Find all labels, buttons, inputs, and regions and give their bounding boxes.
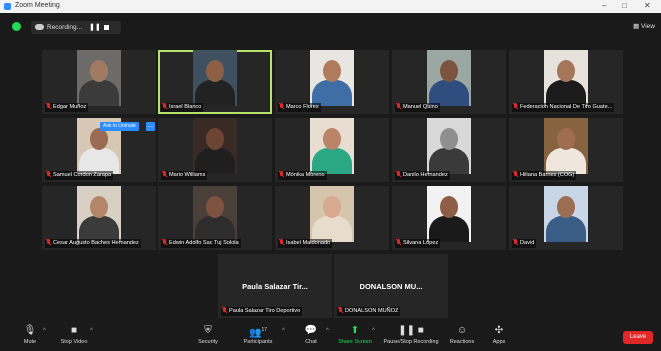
recording-label: Recording... bbox=[47, 24, 83, 31]
apps-button[interactable]: ✣ Apps bbox=[469, 325, 529, 345]
participant-name: Hiliana Barnes (COG) bbox=[512, 171, 577, 180]
participant-name: Cesar Augusto Baches Hernandez bbox=[45, 239, 141, 248]
meeting-topbar: Recording... ❚❚ ▦ View bbox=[0, 13, 661, 42]
grid-icon: ▦ bbox=[633, 23, 642, 30]
leave-button[interactable]: Leave bbox=[623, 331, 653, 344]
minimize-button[interactable]: – bbox=[602, 1, 606, 10]
share-screen-button[interactable]: ⬆ Share Screen bbox=[325, 325, 385, 345]
security-shield-icon[interactable] bbox=[12, 22, 21, 31]
participant-video bbox=[544, 50, 588, 106]
participant-name: Mario Williams bbox=[161, 171, 208, 180]
participant-video bbox=[427, 50, 471, 106]
participant-tile[interactable]: David bbox=[509, 186, 623, 250]
mic-muted-icon bbox=[396, 103, 401, 109]
participant-name: Danilo Hernandez bbox=[395, 171, 450, 180]
participant-video bbox=[427, 118, 471, 174]
participant-name: Edgar Muñoz bbox=[45, 103, 89, 112]
participant-tile[interactable]: Federacion Nacional De Tiro Guate... bbox=[509, 50, 623, 114]
mic-muted-icon bbox=[279, 239, 284, 245]
more-options-button[interactable]: ... bbox=[146, 122, 155, 131]
window-titlebar: Zoom Meeting – □ ✕ bbox=[0, 0, 661, 13]
participants-icon: 👥17 bbox=[248, 327, 267, 339]
mic-muted-icon bbox=[279, 103, 284, 109]
participant-name: David bbox=[512, 239, 537, 248]
participant-name: Mónika Moreno bbox=[278, 171, 327, 180]
share-screen-icon: ⬆ bbox=[350, 325, 360, 336]
pause-recording-icon[interactable]: ❚❚ bbox=[89, 23, 101, 31]
cloud-icon bbox=[35, 24, 44, 30]
mic-muted-icon bbox=[46, 103, 51, 109]
close-button[interactable]: ✕ bbox=[644, 1, 651, 10]
stop-recording-icon[interactable] bbox=[104, 25, 109, 30]
participant-tile[interactable]: Edgar Muñoz bbox=[42, 50, 156, 114]
mic-muted-icon bbox=[396, 171, 401, 177]
participant-video bbox=[544, 186, 588, 242]
mic-muted-icon bbox=[279, 171, 284, 177]
recording-indicator: Recording... ❚❚ bbox=[31, 21, 121, 34]
participant-video bbox=[193, 50, 237, 106]
participant-tile-nocam[interactable]: Paula Salazar Tir... Paula Salazar Tiro … bbox=[218, 254, 332, 318]
participant-tile[interactable]: Silvana López bbox=[392, 186, 506, 250]
mic-muted-icon bbox=[513, 239, 518, 245]
participant-name: Israel Blanco bbox=[161, 103, 204, 112]
participant-display-name: DONALSON MU... bbox=[359, 282, 423, 291]
participant-tile[interactable]: Manuel Quino bbox=[392, 50, 506, 114]
mic-muted-icon bbox=[513, 171, 518, 177]
participant-name: Paula Salazar Tiro Deportivo bbox=[221, 307, 303, 316]
participant-name: Marco Flores bbox=[278, 103, 321, 112]
mic-muted-icon bbox=[222, 307, 227, 313]
stop-video-button[interactable]: ■ Stop Video bbox=[44, 325, 104, 345]
participant-name: Silvana López bbox=[395, 239, 441, 248]
participant-video bbox=[310, 118, 354, 174]
participant-video bbox=[193, 118, 237, 174]
participant-tile[interactable]: Cesar Augusto Baches Hernandez bbox=[42, 186, 156, 250]
ask-to-unmute-button[interactable]: Ask to Unmute bbox=[100, 122, 139, 131]
participant-tile[interactable]: Israel Blanco bbox=[158, 50, 272, 114]
participant-video bbox=[310, 50, 354, 106]
mic-muted-icon bbox=[338, 307, 343, 313]
participant-name: Manuel Quino bbox=[395, 103, 440, 112]
participant-tile[interactable]: Marco Flores bbox=[275, 50, 389, 114]
mic-muted-icon bbox=[513, 103, 518, 109]
participant-tile[interactable]: Mario Williams bbox=[158, 118, 272, 182]
mic-muted-icon bbox=[162, 103, 167, 109]
share-options-caret[interactable]: ^ bbox=[372, 328, 375, 334]
mic-muted-icon bbox=[162, 239, 167, 245]
participant-tile[interactable]: Hiliana Barnes (COG) bbox=[509, 118, 623, 182]
participant-tile[interactable]: Edwin Adolfo Sac Tuj Solola bbox=[158, 186, 272, 250]
maximize-button[interactable]: □ bbox=[622, 1, 627, 10]
participant-tile-nocam[interactable]: DONALSON MU... DONALSON MUÑOZ bbox=[334, 254, 448, 318]
participant-tile[interactable]: Ask to Unmute ... Samuel Cordon Zarapa bbox=[42, 118, 156, 182]
window-title: Zoom Meeting bbox=[15, 2, 60, 9]
participant-video bbox=[544, 118, 588, 174]
participant-tile[interactable]: Isabel Maldonado bbox=[275, 186, 389, 250]
participants-count: 17 bbox=[261, 327, 267, 333]
participant-name: Samuel Cordon Zarapa bbox=[45, 171, 114, 180]
zoom-app-icon bbox=[4, 3, 11, 10]
mic-muted-icon bbox=[46, 239, 51, 245]
apps-icon: ✣ bbox=[494, 325, 504, 336]
mic-muted-icon bbox=[396, 239, 401, 245]
video-options-caret[interactable]: ^ bbox=[90, 328, 93, 334]
meeting-toolbar: 🎙 Mute ^ ■ Stop Video ^ ⛨ Security 👥17 P… bbox=[0, 322, 661, 351]
participant-tile[interactable]: Mónika Moreno bbox=[275, 118, 389, 182]
participant-name: Edwin Adolfo Sac Tuj Solola bbox=[161, 239, 241, 248]
participant-name: Isabel Maldonado bbox=[278, 239, 333, 248]
video-camera-icon: ■ bbox=[70, 325, 78, 336]
participants-button[interactable]: 👥17 Participants bbox=[228, 325, 288, 345]
participant-tile[interactable]: Danilo Hernandez bbox=[392, 118, 506, 182]
participant-display-name: Paula Salazar Tir... bbox=[242, 282, 308, 291]
participant-video bbox=[77, 50, 121, 106]
participant-video bbox=[193, 186, 237, 242]
participant-name: DONALSON MUÑOZ bbox=[337, 307, 401, 316]
view-button[interactable]: ▦ View bbox=[633, 22, 655, 30]
participant-video bbox=[310, 186, 354, 242]
mic-muted-icon bbox=[46, 171, 51, 177]
participant-video bbox=[77, 186, 121, 242]
mic-muted-icon bbox=[162, 171, 167, 177]
participant-video bbox=[427, 186, 471, 242]
participant-name: Federacion Nacional De Tiro Guate... bbox=[512, 103, 615, 112]
